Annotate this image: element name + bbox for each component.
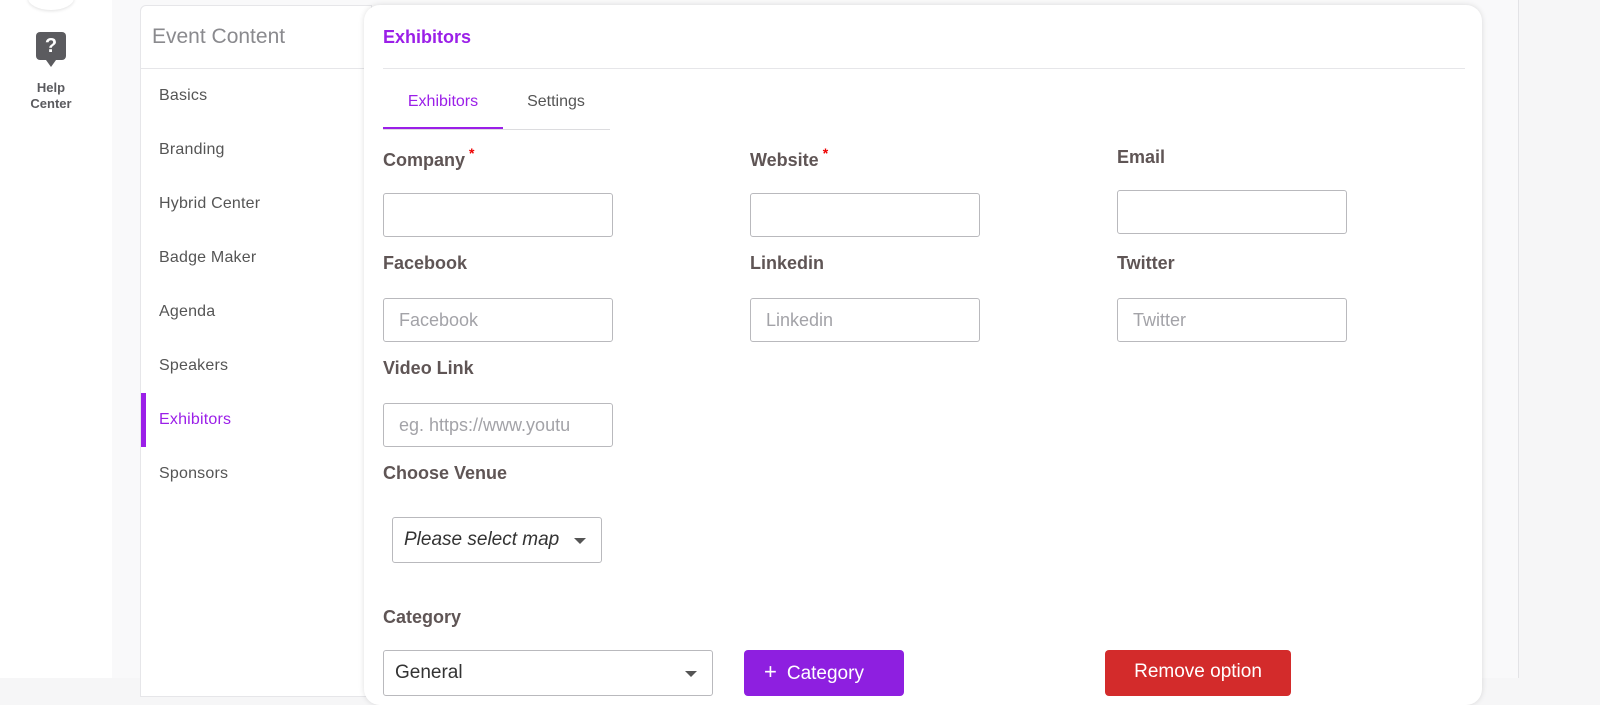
nav-item-badge-maker[interactable]: Badge Maker xyxy=(141,231,371,285)
company-label-text: Company xyxy=(383,150,466,170)
rail-top-avatar[interactable] xyxy=(28,0,74,10)
nav-item-sponsors[interactable]: Sponsors xyxy=(141,447,371,501)
exhibitors-card: Exhibitors Exhibitors Settings Company * … xyxy=(364,5,1482,705)
plus-icon: + xyxy=(764,659,777,684)
chevron-down-icon xyxy=(685,671,697,677)
nav-item-exhibitors[interactable]: Exhibitors xyxy=(141,393,371,447)
left-rail: ? Help Center xyxy=(0,0,113,678)
card-title: Exhibitors xyxy=(383,27,472,47)
tab-exhibitors[interactable]: Exhibitors xyxy=(383,83,503,129)
email-label: Email xyxy=(1117,147,1166,167)
category-select-value: General xyxy=(395,662,463,683)
exhibitor-tabs: Exhibitors Settings xyxy=(383,83,610,130)
card-divider xyxy=(383,68,1465,69)
website-label: Website * xyxy=(750,145,828,171)
website-input[interactable] xyxy=(750,193,980,237)
venue-select[interactable]: Please select map xyxy=(392,517,602,563)
event-content-title: Event Content xyxy=(141,6,371,69)
category-select[interactable]: General xyxy=(383,650,713,696)
category-label: Category xyxy=(383,607,462,627)
company-label: Company * xyxy=(383,145,474,171)
company-input[interactable] xyxy=(383,193,613,237)
linkedin-input[interactable] xyxy=(750,298,980,342)
venue-select-value: Please select map xyxy=(404,529,560,550)
add-category-button[interactable]: + Category xyxy=(744,650,904,696)
add-category-label: Category xyxy=(786,663,864,684)
chevron-down-icon xyxy=(574,538,586,544)
twitter-label: Twitter xyxy=(1117,253,1175,273)
website-label-text: Website xyxy=(750,150,819,170)
choose-venue-label: Choose Venue xyxy=(383,463,508,483)
remove-option-button[interactable]: Remove option xyxy=(1105,650,1291,696)
twitter-input[interactable] xyxy=(1117,298,1347,342)
tab-settings[interactable]: Settings xyxy=(520,83,592,127)
event-content-nav: Event Content Basics Branding Hybrid Cen… xyxy=(140,5,372,697)
nav-item-basics[interactable]: Basics xyxy=(141,69,371,123)
help-center-label[interactable]: Help Center xyxy=(0,80,102,112)
video-link-input[interactable] xyxy=(383,403,613,447)
linkedin-label: Linkedin xyxy=(750,253,825,273)
nav-item-speakers[interactable]: Speakers xyxy=(141,339,371,393)
nav-item-branding[interactable]: Branding xyxy=(141,123,371,177)
email-input[interactable] xyxy=(1117,190,1347,234)
facebook-label: Facebook xyxy=(383,253,468,273)
nav-item-hybrid-center[interactable]: Hybrid Center xyxy=(141,177,371,231)
company-required-mark: * xyxy=(469,145,475,161)
help-label-line1: Help xyxy=(36,80,66,95)
facebook-input[interactable] xyxy=(383,298,613,342)
video-link-label: Video Link xyxy=(383,358,474,378)
help-label-line2: Center xyxy=(30,96,72,111)
website-required-mark: * xyxy=(822,145,829,161)
nav-item-agenda[interactable]: Agenda xyxy=(141,285,371,339)
help-center-icon[interactable]: ? xyxy=(36,32,66,67)
